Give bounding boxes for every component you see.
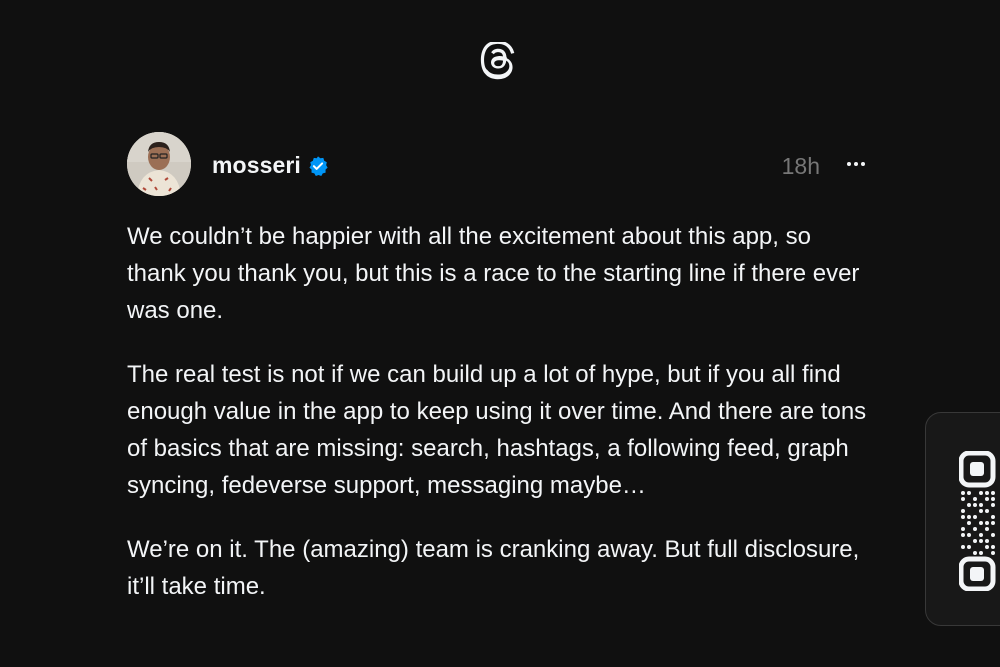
more-horizontal-icon[interactable] (844, 152, 868, 176)
threads-post-page: mosseri 18h We couldn’t be happier with … (0, 0, 1000, 667)
post-paragraph: We couldn’t be happier with all the exci… (127, 223, 860, 324)
avatar-photo (127, 132, 191, 196)
post: mosseri 18h We couldn’t be happier with … (127, 130, 872, 632)
avatar[interactable] (127, 132, 191, 196)
post-paragraph: We’re on it. The (amazing) team is crank… (127, 536, 860, 600)
qr-code-card[interactable] (925, 412, 1000, 626)
threads-logo-icon[interactable] (479, 42, 521, 86)
verified-badge-icon (309, 155, 328, 176)
post-header: mosseri 18h (127, 130, 872, 196)
post-timestamp: 18h (781, 153, 820, 179)
author: mosseri (212, 152, 329, 179)
post-body: We couldn’t be happier with all the exci… (127, 218, 872, 605)
username[interactable]: mosseri (212, 152, 301, 179)
post-paragraph: The real test is not if we can build up … (127, 361, 867, 499)
qr-code-icon (959, 451, 996, 591)
